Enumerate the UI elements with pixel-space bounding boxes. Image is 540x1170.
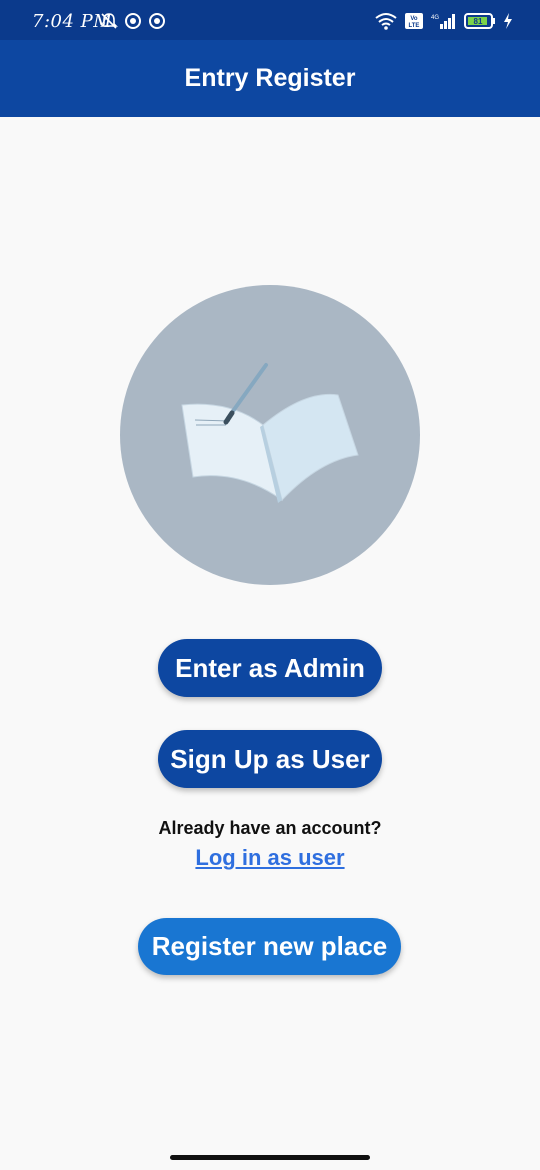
circle-icon bbox=[148, 12, 166, 35]
already-have-account-text: Already have an account? bbox=[158, 818, 382, 838]
hero-image bbox=[120, 285, 420, 585]
login-as-user-link[interactable]: Log in as user bbox=[0, 845, 540, 871]
app-title: Entry Register bbox=[184, 64, 356, 92]
status-bar: 7:04 PM Vo LTE 4G 81 bbox=[0, 0, 540, 40]
home-indicator[interactable] bbox=[170, 1155, 370, 1160]
register-new-place-button[interactable]: Register new place bbox=[138, 918, 401, 975]
svg-text:4G: 4G bbox=[431, 15, 439, 21]
volte-icon: Vo LTE bbox=[404, 12, 424, 35]
circle-icon bbox=[124, 12, 142, 35]
svg-text:81: 81 bbox=[474, 17, 483, 26]
enter-as-admin-button[interactable]: Enter as Admin bbox=[158, 639, 382, 697]
wifi-icon bbox=[374, 12, 398, 35]
alarm-off-icon bbox=[100, 12, 118, 35]
4g-signal-icon: 4G bbox=[430, 12, 458, 35]
svg-text:LTE: LTE bbox=[409, 23, 420, 29]
svg-text:Vo: Vo bbox=[410, 16, 418, 22]
charging-icon bbox=[502, 12, 514, 35]
sign-up-as-user-button[interactable]: Sign Up as User bbox=[158, 730, 382, 788]
app-bar: Entry Register bbox=[0, 40, 540, 117]
battery-icon: 81 bbox=[464, 12, 496, 35]
open-book-with-pen-icon bbox=[181, 363, 359, 503]
